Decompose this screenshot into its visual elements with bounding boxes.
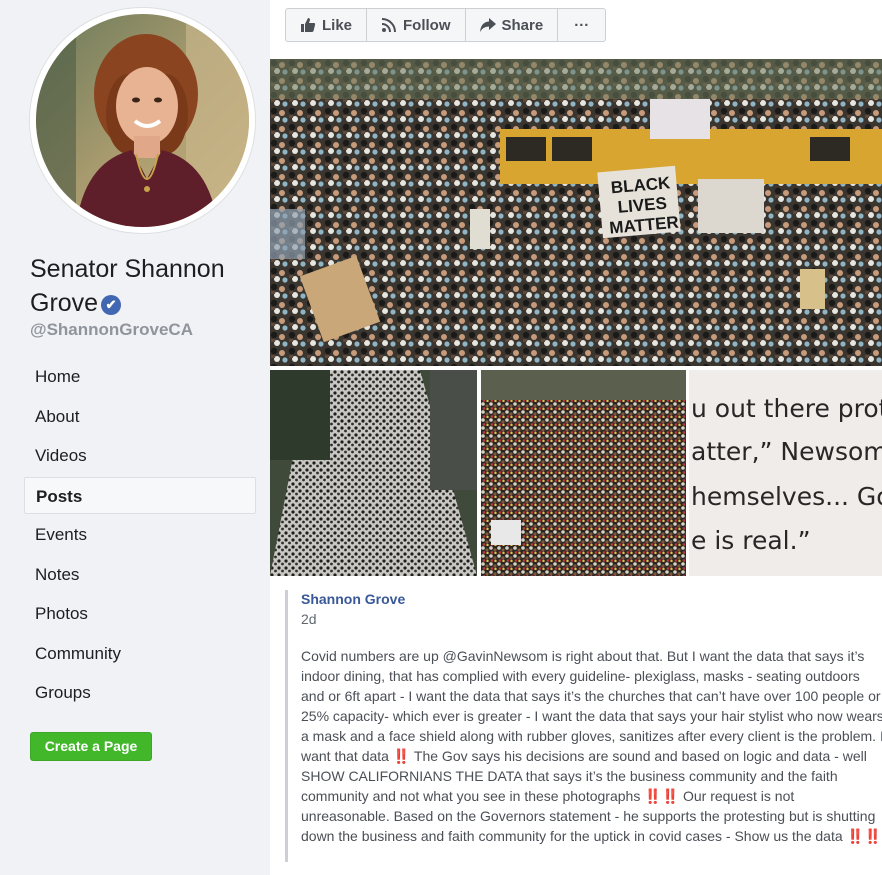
- page-action-bar: Like Follow Share ···: [285, 8, 607, 42]
- post-timestamp[interactable]: 2d: [301, 610, 882, 628]
- page-title[interactable]: Senator Shannon Grove ✔: [30, 252, 260, 320]
- nav-item-community[interactable]: Community: [24, 635, 256, 672]
- page-sidebar: Senator Shannon Grove ✔ @ShannonGroveCA H…: [0, 0, 270, 875]
- rss-follow-icon: [381, 18, 397, 33]
- post-photo-crowd-march[interactable]: [481, 370, 686, 576]
- follow-label: Follow: [403, 16, 451, 34]
- profile-picture[interactable]: [36, 14, 249, 227]
- post-photo-main[interactable]: BLACK LIVES MATTER: [270, 59, 882, 366]
- page-handle[interactable]: @ShannonGroveCA: [30, 320, 193, 340]
- share-label: Share: [501, 16, 544, 34]
- nav-item-groups[interactable]: Groups: [24, 674, 256, 711]
- follow-button[interactable]: Follow: [367, 9, 466, 41]
- post-photo-quote[interactable]: u out there prote atter,” Newsom s hemse…: [689, 370, 882, 576]
- quote-line-4: e is real.”: [691, 526, 811, 555]
- nav-item-posts[interactable]: Posts: [24, 476, 256, 514]
- thumbs-up-icon: [301, 18, 316, 32]
- page-title-text[interactable]: Senator Shannon Grove: [30, 255, 225, 317]
- like-button[interactable]: Like: [286, 9, 368, 41]
- more-options-button[interactable]: ···: [558, 9, 605, 41]
- quote-line-1: u out there prote: [691, 394, 882, 423]
- share-button[interactable]: Share: [466, 9, 559, 41]
- nav-item-events[interactable]: Events: [24, 516, 256, 553]
- facebook-page: Senator Shannon Grove ✔ @ShannonGroveCA H…: [0, 0, 882, 875]
- post-author-link[interactable]: Shannon Grove: [301, 590, 882, 608]
- quote-line-3: hemselves... God: [691, 482, 882, 511]
- verified-badge-icon: ✔: [101, 295, 122, 315]
- more-dots-icon: ···: [574, 16, 590, 34]
- post-body-text: Covid numbers are up @GavinNewsom is rig…: [301, 648, 882, 844]
- share-arrow-icon: [479, 18, 496, 32]
- nav-item-notes[interactable]: Notes: [24, 556, 256, 593]
- quote-line-2: atter,” Newsom s: [691, 437, 882, 466]
- post-photo-aerial-street[interactable]: [270, 370, 477, 576]
- create-page-button[interactable]: Create a Page: [30, 732, 152, 761]
- nav-item-home[interactable]: Home: [24, 358, 256, 395]
- page-nav: Home About Videos Posts Events Notes Pho…: [24, 358, 256, 714]
- like-label: Like: [322, 16, 353, 34]
- nav-item-photos[interactable]: Photos: [24, 595, 256, 632]
- nav-item-about[interactable]: About: [24, 398, 256, 435]
- post-content: Shannon Grove 2d Covid numbers are up @G…: [285, 590, 882, 862]
- profile-picture-frame[interactable]: [30, 8, 255, 233]
- nav-item-videos[interactable]: Videos: [24, 437, 256, 474]
